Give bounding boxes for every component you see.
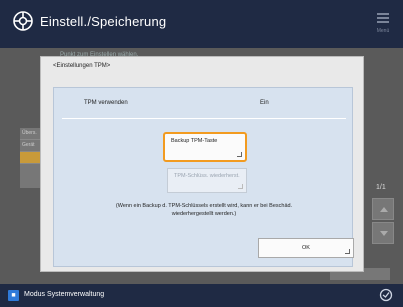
title-bar: Einstell./Speicherung Menü: [0, 0, 403, 48]
divider: [62, 118, 346, 119]
page-indicator: 1/1: [376, 184, 386, 191]
settings-register-icon: [13, 11, 33, 31]
arrow-up-icon: [380, 207, 388, 212]
restore-tpm-button[interactable]: TPM-Schlüss. wiederherst.: [167, 168, 247, 193]
menu-label: Menü: [376, 28, 390, 34]
arrow-down-icon: [380, 231, 388, 236]
scroll-down-button: [372, 222, 394, 244]
status-bar: ■ Modus Systemverwaltung: [0, 284, 403, 307]
setting-row-tpm: TPM verwenden Ein: [54, 96, 354, 112]
ok-button[interactable]: OK: [258, 238, 354, 258]
button-corner-icon: [345, 249, 350, 254]
ok-label: OK: [302, 245, 310, 251]
status-monitor-icon[interactable]: [379, 288, 393, 302]
system-manager-icon: ■: [8, 290, 19, 301]
button-corner-icon: [237, 152, 242, 157]
dialog-panel: TPM verwenden Ein Backup TPM-Taste TPM-S…: [53, 87, 354, 267]
menu-button[interactable]: Menü: [373, 10, 393, 36]
backup-note: (Wenn ein Backup d. TPM-Schlüssels erste…: [115, 203, 293, 217]
button-corner-icon: [238, 184, 243, 189]
backup-tpm-button[interactable]: Backup TPM-Taste: [163, 132, 247, 162]
page-title: Einstell./Speicherung: [40, 14, 167, 29]
setting-value: Ein: [260, 100, 269, 106]
setting-name: TPM verwenden: [84, 100, 128, 106]
backup-tpm-label: Backup TPM-Taste: [171, 138, 218, 144]
scroll-up-button: [372, 198, 394, 220]
mode-text: Modus Systemverwaltung: [24, 291, 105, 298]
tpm-settings-dialog: <Einstellungen TPM> TPM verwenden Ein Ba…: [40, 56, 364, 272]
restore-tpm-label: TPM-Schlüss. wiederherst.: [174, 173, 240, 179]
dialog-title: <Einstellungen TPM>: [53, 63, 111, 69]
